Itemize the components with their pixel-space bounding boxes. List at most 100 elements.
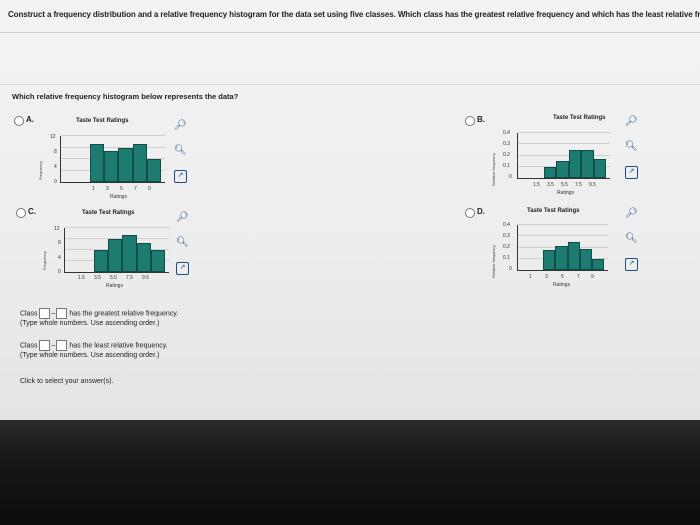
histogram-bar xyxy=(556,161,569,178)
class-label: Class xyxy=(20,342,38,350)
grid-line xyxy=(518,235,608,237)
zoom-in-icon[interactable]: 🔎︎ xyxy=(625,116,638,127)
chart-title: Taste Test Ratings xyxy=(76,118,129,124)
x-tick: 1 xyxy=(529,274,532,280)
x-tick: 7.5 xyxy=(126,275,133,281)
grid-line xyxy=(65,227,169,228)
y-tick: 12 xyxy=(50,134,56,140)
greatest-text: has the greatest relative frequency. xyxy=(69,310,179,318)
x-tick: 5.5 xyxy=(561,182,568,188)
histogram-bar xyxy=(555,246,568,270)
x-tick: 7 xyxy=(134,186,137,192)
histogram-bar xyxy=(104,151,119,182)
chart-tools: 🔎︎ 🔍︎ ↗ xyxy=(176,212,190,289)
x-tick: 5.5 xyxy=(110,275,117,281)
x-tick: 1.5 xyxy=(78,275,85,281)
least-class-lower-input[interactable] xyxy=(39,340,51,351)
x-tick: 7.5 xyxy=(575,182,582,188)
greatest-class-lower-input[interactable] xyxy=(39,308,51,319)
histogram-bar xyxy=(122,235,137,272)
popout-icon[interactable]: ↗ xyxy=(176,262,189,275)
option-a[interactable]: A. Taste Test Ratings Frequency 12 8 4 0… xyxy=(14,115,244,206)
y-axis-label: Relative frequency xyxy=(491,152,496,186)
popout-icon[interactable]: ↗ xyxy=(174,170,187,183)
x-tick: 9 xyxy=(591,274,594,280)
radio-c[interactable] xyxy=(16,208,26,218)
least-answer-line: Class – has the least relative frequency… xyxy=(20,340,168,351)
x-tick: 1 xyxy=(92,186,95,192)
sub-question: Which relative frequency histogram below… xyxy=(12,92,239,101)
y-tick: 0.1 xyxy=(503,255,510,261)
option-d[interactable]: D. Taste Test Ratings Relative frequency… xyxy=(465,207,695,298)
y-axis-label: Relative frequency xyxy=(491,244,496,278)
histogram-bar xyxy=(543,166,557,178)
option-b-label: B. xyxy=(477,115,485,124)
x-tick: 3 xyxy=(545,274,548,280)
chart-tools: 🔎︎ 🔍︎ ↗ xyxy=(625,208,639,285)
radio-a[interactable] xyxy=(14,116,24,126)
zoom-in-icon[interactable]: 🔎︎ xyxy=(176,212,189,223)
x-axis-label: Ratings xyxy=(106,283,123,289)
question-text: Construct a frequency distribution and a… xyxy=(8,10,700,19)
y-tick: 4 xyxy=(54,164,57,170)
zoom-out-icon[interactable]: 🔍︎ xyxy=(174,145,187,156)
histogram-plot-c xyxy=(64,227,169,273)
x-axis-label: Ratings xyxy=(553,282,570,288)
histogram-bar xyxy=(94,250,109,272)
least-class-upper-input[interactable] xyxy=(56,340,68,351)
y-tick: 0.3 xyxy=(503,233,510,239)
hint-text: (Type whole numbers. Use ascending order… xyxy=(20,320,160,327)
chart-tools: 🔎︎ 🔍︎ ↗ xyxy=(625,116,639,193)
zoom-out-icon[interactable]: 🔍︎ xyxy=(625,141,638,152)
histogram-bar xyxy=(146,159,161,182)
option-c[interactable]: C. Taste Test Ratings Frequency 12 8 4 0… xyxy=(16,207,246,298)
histogram-bar xyxy=(150,250,165,272)
greatest-answer-line: Class – has the greatest relative freque… xyxy=(20,308,178,319)
y-tick: 0.3 xyxy=(503,141,510,147)
y-tick: 4 xyxy=(58,255,61,261)
histogram-bar xyxy=(592,258,605,270)
grid-line xyxy=(518,143,610,145)
x-axis-label: Ratings xyxy=(110,194,127,200)
screen: Construct a frequency distribution and a… xyxy=(0,0,700,420)
x-tick: 3.5 xyxy=(547,182,554,188)
zoom-out-icon[interactable]: 🔍︎ xyxy=(176,237,189,248)
y-tick: 8 xyxy=(54,149,57,155)
popout-icon[interactable]: ↗ xyxy=(625,166,638,179)
zoom-in-icon[interactable]: 🔎︎ xyxy=(625,208,638,219)
chart-title: Taste Test Ratings xyxy=(82,210,135,216)
click-instruction: Click to select your answer(s). xyxy=(20,378,114,385)
x-tick: 3.5 xyxy=(94,275,101,281)
y-tick: 0.2 xyxy=(503,152,510,158)
y-tick: 0.1 xyxy=(503,163,510,169)
y-tick: 12 xyxy=(54,226,60,232)
x-tick: 7 xyxy=(577,274,580,280)
zoom-in-icon[interactable]: 🔎︎ xyxy=(174,120,187,131)
greatest-class-upper-input[interactable] xyxy=(56,308,68,319)
y-tick: 0.2 xyxy=(503,244,510,250)
y-tick: 0 xyxy=(509,266,512,272)
grid-line xyxy=(61,135,165,136)
histogram-bar xyxy=(108,239,123,272)
chart-title: Taste Test Ratings xyxy=(553,115,606,121)
y-axis-label: Frequency xyxy=(38,161,43,180)
x-tick: 9.5 xyxy=(589,182,596,188)
popout-icon[interactable]: ↗ xyxy=(625,258,638,271)
x-axis-label: Ratings xyxy=(557,190,574,196)
dash: – xyxy=(51,310,56,317)
y-tick: 0.4 xyxy=(503,222,510,228)
grid-line xyxy=(61,146,165,148)
histogram-plot-b xyxy=(517,132,610,179)
histogram-bar xyxy=(543,249,556,270)
divider xyxy=(0,84,700,85)
hint-text: (Type whole numbers. Use ascending order… xyxy=(20,352,160,359)
dash: – xyxy=(51,342,56,349)
histogram-bar xyxy=(568,149,582,178)
zoom-out-icon[interactable]: 🔍︎ xyxy=(625,233,638,244)
radio-b[interactable] xyxy=(465,116,475,126)
radio-d[interactable] xyxy=(465,208,475,218)
y-tick: 8 xyxy=(58,240,61,246)
histogram-bar xyxy=(579,248,593,270)
option-b[interactable]: B. Taste Test Ratings Relative frequency… xyxy=(465,115,695,206)
histogram-bar xyxy=(90,143,105,182)
